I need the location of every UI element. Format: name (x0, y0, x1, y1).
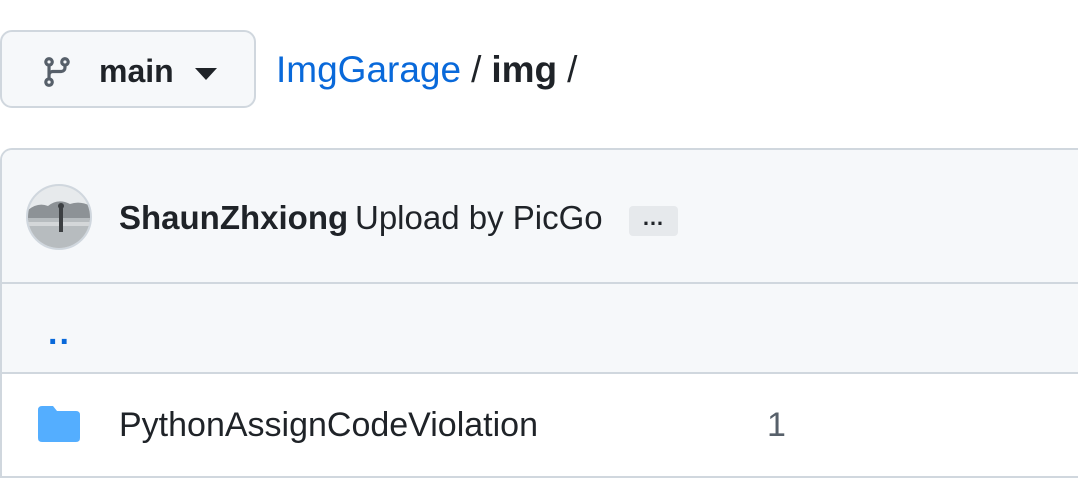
git-branch-icon (44, 57, 70, 87)
repo-topbar: main ImgGarage / img / (0, 30, 1078, 108)
breadcrumb-separator: / (471, 49, 482, 90)
avatar-landscape-image (28, 186, 90, 248)
breadcrumb: ImgGarage / img / (276, 48, 587, 92)
avatar[interactable] (26, 184, 92, 250)
branch-name-label: main (99, 53, 174, 89)
file-last-commit[interactable]: 1 (767, 405, 786, 445)
branch-selector-button[interactable]: main (0, 30, 256, 108)
breadcrumb-trailing-separator: / (567, 49, 578, 90)
parent-directory-link[interactable]: .. (48, 314, 71, 352)
commit-expand-button[interactable]: … (629, 206, 678, 236)
latest-commit-row: ShaunZhxiong Upload by PicGo … (2, 150, 1078, 284)
breadcrumb-current-folder: img (491, 49, 558, 90)
commit-message-link[interactable]: Upload by PicGo (355, 199, 603, 237)
breadcrumb-repo-link[interactable]: ImgGarage (276, 49, 461, 90)
file-name-link[interactable]: PythonAssignCodeViolation (119, 405, 538, 445)
commit-author-link[interactable]: ShaunZhxiong (119, 199, 348, 237)
file-listing: ShaunZhxiong Upload by PicGo … .. Python… (0, 148, 1078, 478)
caret-down-icon (195, 68, 217, 80)
folder-icon (38, 406, 80, 442)
table-row[interactable]: PythonAssignCodeViolation 1 (2, 374, 1078, 474)
parent-directory-row[interactable]: .. (2, 284, 1078, 374)
